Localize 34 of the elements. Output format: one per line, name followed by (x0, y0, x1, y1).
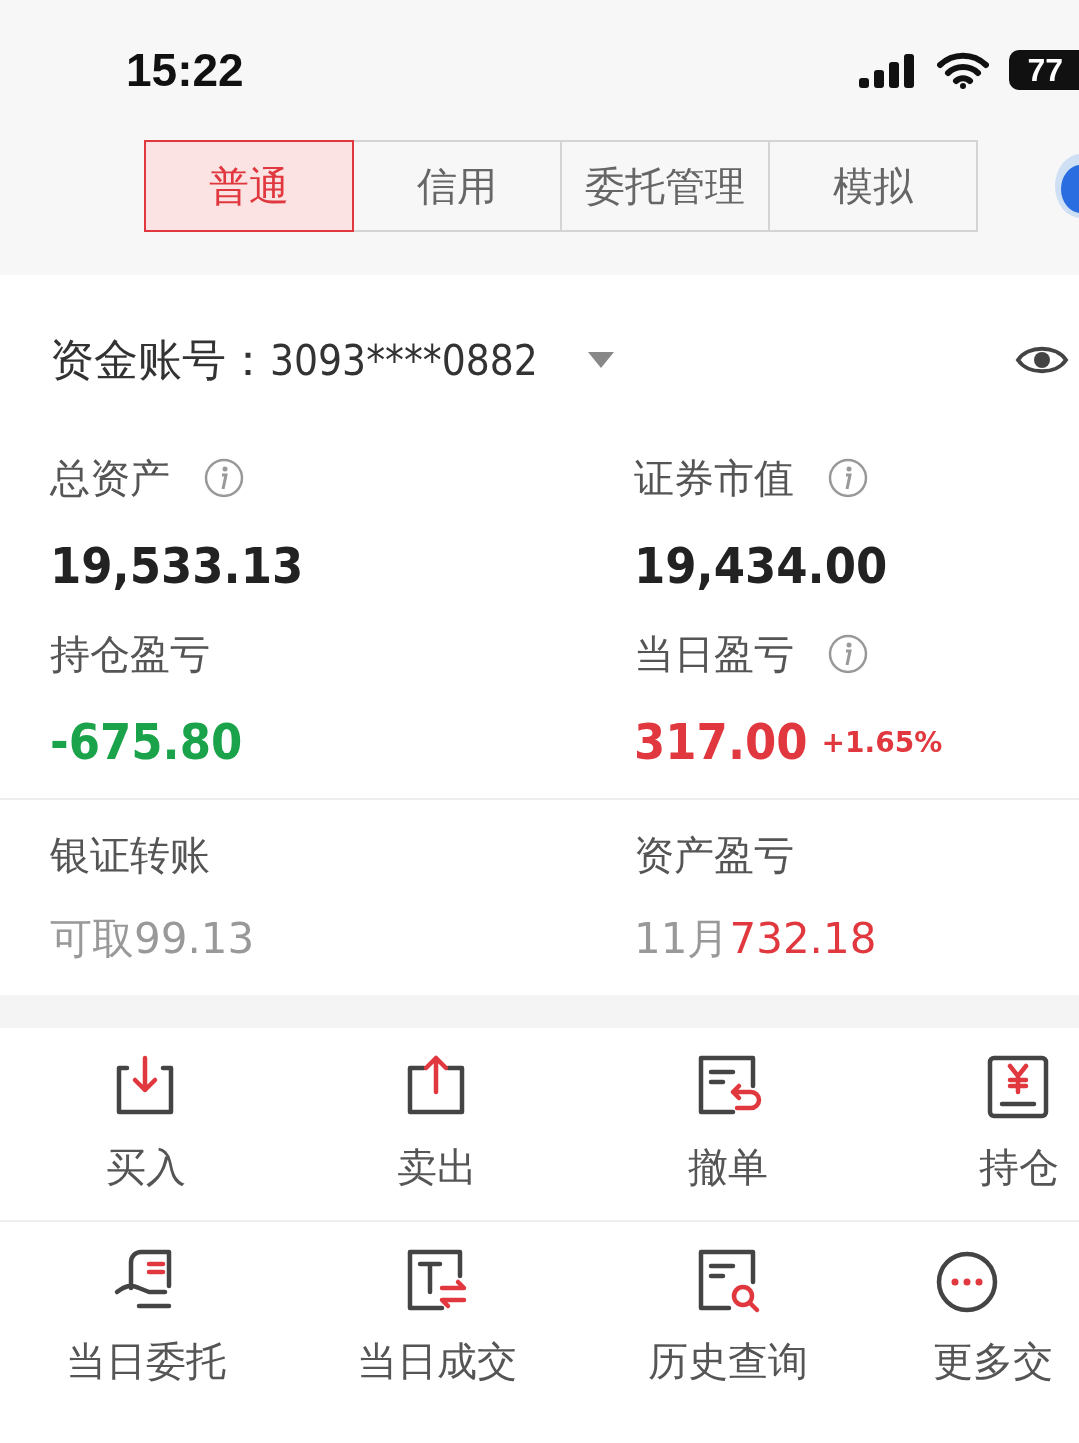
metric-label: 证券市值 (634, 453, 794, 503)
metric-value: -675.80 (50, 713, 243, 771)
summary-value: 可取99.13 (50, 913, 256, 965)
dropdown-icon[interactable] (587, 352, 614, 368)
metric-label: 持仓盈亏 (50, 629, 210, 679)
account-label: 资金账号： (50, 332, 270, 387)
info-icon[interactable] (204, 458, 244, 498)
metric-label: 当日盈亏 (634, 629, 794, 679)
info-icon[interactable] (828, 458, 868, 498)
account-tab[interactable]: 普通 (144, 140, 354, 232)
info-icon[interactable] (828, 634, 868, 674)
action-label[interactable]: 历史查询 (647, 1333, 808, 1389)
account-tab[interactable]: 委托管理 (560, 140, 770, 232)
metric-value: 317.00 (634, 713, 808, 771)
battery-level: 77 (1009, 50, 1079, 90)
summary-value: 11月 732.18 (634, 913, 878, 965)
status-time: 15:22 (126, 43, 244, 97)
action-label[interactable]: 持仓 (978, 1139, 1059, 1195)
metric-value: 19,434.00 (634, 537, 888, 595)
account-number[interactable]: 3093****0882 (270, 335, 538, 385)
account-tab[interactable]: 模拟 (768, 140, 978, 232)
account-tab[interactable]: 信用 (352, 140, 562, 232)
summary-label[interactable]: 银证转账 (50, 828, 634, 883)
action-label[interactable]: 当日成交 (356, 1333, 517, 1389)
metric-value: 19,533.13 (50, 537, 304, 595)
action-label[interactable]: 更多交 (933, 1333, 1053, 1389)
metric-label: 总资产 (50, 453, 170, 503)
action-label[interactable]: 卖出 (396, 1139, 477, 1195)
action-label[interactable]: 买入 (105, 1139, 186, 1195)
summary-label[interactable]: 资产盈亏 (634, 828, 1079, 883)
action-label[interactable]: 当日委托 (65, 1333, 226, 1389)
wifi-icon (937, 51, 990, 89)
action-label[interactable]: 撤单 (687, 1139, 768, 1195)
change-percent: +1.65% (821, 725, 943, 759)
